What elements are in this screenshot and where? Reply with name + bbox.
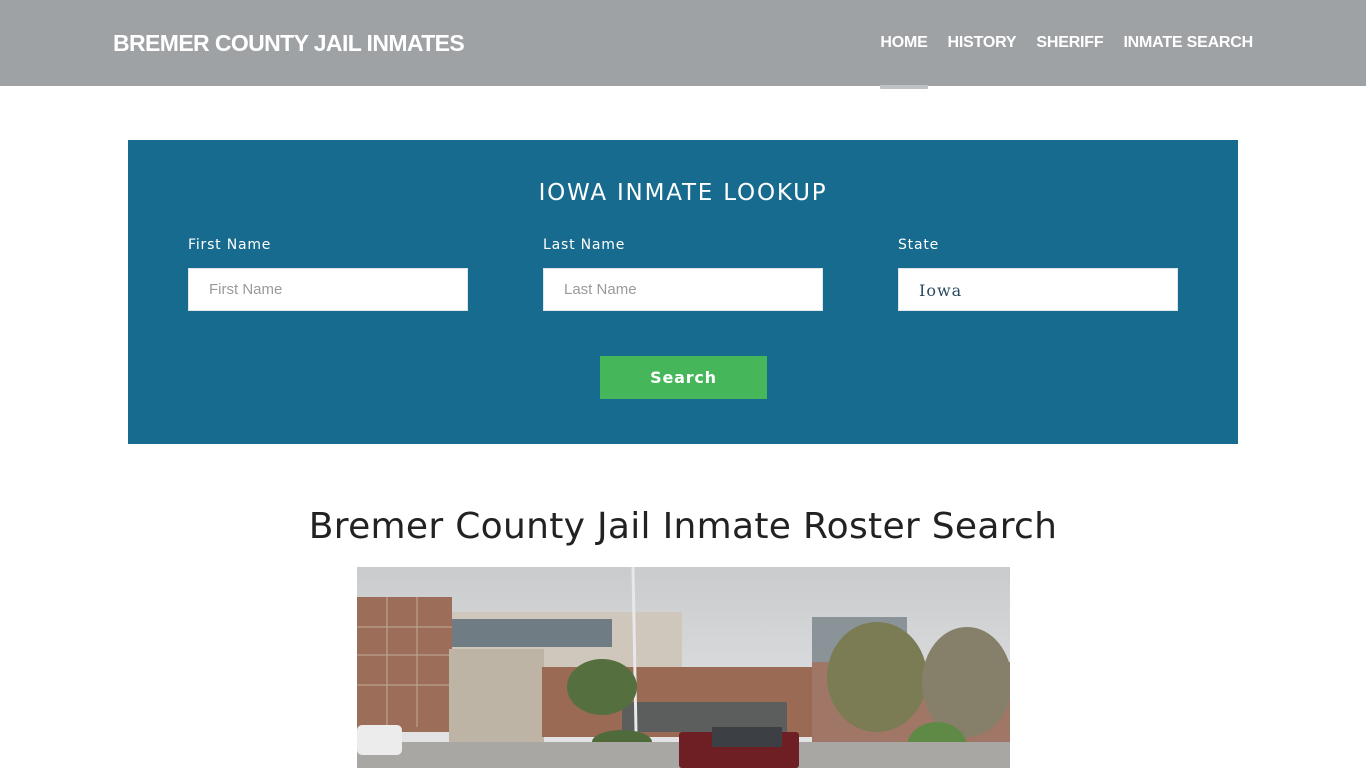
first-name-input[interactable] [188, 268, 468, 311]
first-name-label: First Name [188, 237, 272, 253]
nav-item-home[interactable]: HOME [880, 0, 928, 89]
site-brand-link[interactable]: BREMER COUNTY JAIL INMATES [113, 30, 465, 57]
nav-item-inmate-search[interactable]: INMATE SEARCH [1123, 0, 1253, 86]
jail-building-photo [357, 567, 1010, 768]
truck-cab-window [712, 727, 782, 747]
state-select[interactable]: Iowa [898, 268, 1178, 311]
nav-item-label: INMATE SEARCH [1123, 34, 1253, 51]
nav-item-label: HISTORY [947, 34, 1017, 51]
navbar: BREMER COUNTY JAIL INMATES HOME HISTORY … [0, 0, 1366, 89]
last-name-input[interactable] [543, 268, 823, 311]
white-car [357, 725, 402, 755]
brick-tower [357, 597, 452, 732]
tree [827, 622, 927, 732]
glass-band [452, 619, 612, 647]
nav-item-sheriff[interactable]: SHERIFF [1036, 0, 1103, 86]
last-name-label: Last Name [543, 237, 626, 253]
nav-item-label: SHERIFF [1036, 34, 1104, 51]
main-nav: HOME HISTORY SHERIFF INMATE SEARCH [860, 0, 1253, 89]
tree [567, 659, 637, 715]
concrete-column [449, 649, 544, 744]
search-button[interactable]: Search [600, 356, 767, 399]
page-title: Bremer County Jail Inmate Roster Search [308, 506, 1058, 547]
state-label: State [898, 237, 940, 253]
building-illustration [357, 567, 1010, 768]
nav-item-label: HOME [880, 34, 928, 51]
lookup-title: IOWA INMATE LOOKUP [538, 180, 828, 206]
tree [922, 627, 1010, 737]
nav-item-history[interactable]: HISTORY [948, 0, 1017, 86]
